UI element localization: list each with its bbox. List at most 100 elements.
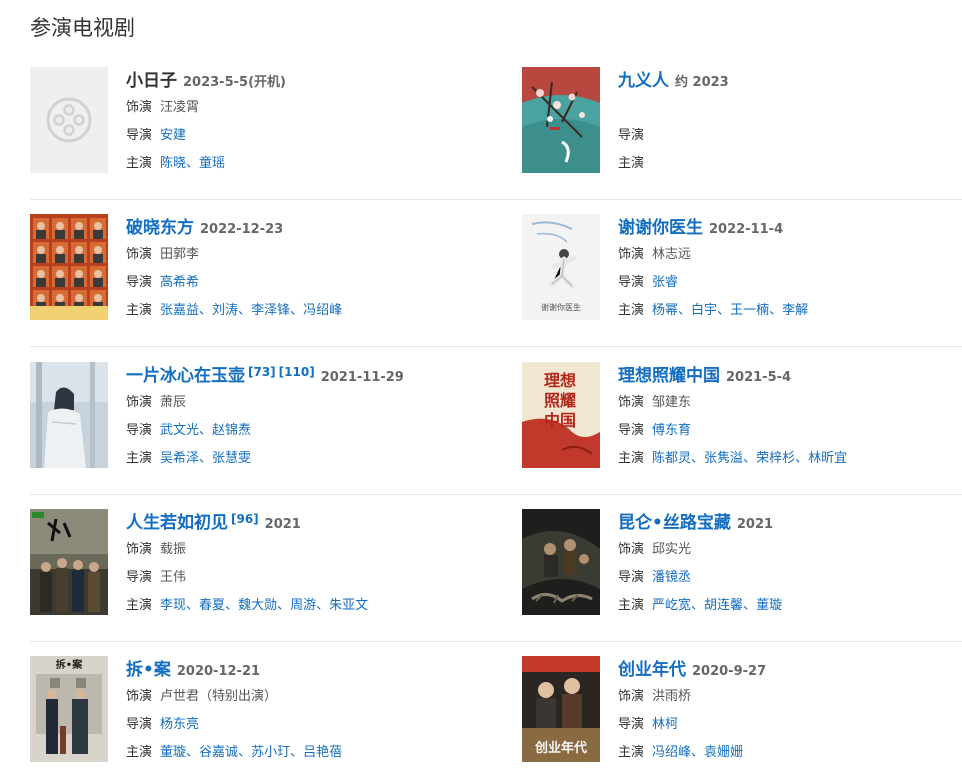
cast-row: 主演 董璇、谷嘉诚、苏小玎、吕艳蓓 <box>126 739 470 767</box>
drama-item: 谢谢你医生 谢谢你医生 2022-11-4 饰演 林志远 导演 张睿 主演 杨幂、白宇、… <box>522 214 962 334</box>
drama-title[interactable]: 九义人 <box>618 71 669 91</box>
person-link[interactable]: 朱亚文 <box>329 598 368 613</box>
title-row: 谢谢你医生 2022-11-4 <box>618 215 962 241</box>
drama-info: 九义人约 2023 导演 主演 <box>618 67 962 178</box>
separator: 、 <box>277 598 291 613</box>
drama-poster[interactable]: 理想 照耀 中国 <box>522 362 600 468</box>
separator: 、 <box>691 451 705 466</box>
person-link[interactable]: 荣梓杉 <box>756 451 795 466</box>
person-link[interactable]: 武文光 <box>160 423 199 438</box>
role-label: 饰演 <box>618 689 645 704</box>
drama-poster[interactable]: 拆•案 <box>30 656 108 762</box>
person-link[interactable]: 王一楠 <box>730 303 769 318</box>
person-link[interactable]: 苏小玎 <box>251 745 290 760</box>
cast-label: 主演 <box>618 745 645 760</box>
person-link[interactable]: 冯绍峰 <box>652 745 691 760</box>
director-row: 导演 高希希 <box>126 269 470 297</box>
role-label: 饰演 <box>126 247 153 262</box>
role-row: 饰演 载振 <box>126 536 470 564</box>
separator: 、 <box>290 745 304 760</box>
drama-title[interactable]: 破晓东方 <box>126 218 194 238</box>
person-link[interactable]: 傅东育 <box>652 423 691 438</box>
drama-poster[interactable]: 创业年代 <box>522 656 600 762</box>
role-row: 饰演 萧辰 <box>126 389 470 417</box>
person-link[interactable]: 谷嘉诚 <box>199 745 238 760</box>
person-link[interactable]: 林昕宜 <box>808 451 847 466</box>
person-link[interactable]: 胡连馨 <box>704 598 743 613</box>
drama-title[interactable]: 一片冰心在玉壶 <box>126 366 245 386</box>
row-divider <box>30 346 962 347</box>
role-label: 饰演 <box>126 542 153 557</box>
person-link[interactable]: 高希希 <box>160 275 199 290</box>
drama-title[interactable]: 创业年代 <box>618 660 686 680</box>
role-row: 饰演 田郭李 <box>126 241 470 269</box>
drama-poster[interactable] <box>30 362 108 468</box>
drama-poster[interactable] <box>30 67 108 173</box>
poster-image <box>30 509 108 615</box>
separator: 、 <box>199 423 213 438</box>
role-name: 邹建东 <box>652 395 692 410</box>
poster-image <box>522 509 600 615</box>
director-row: 导演 安建 <box>126 122 470 150</box>
citation-link[interactable]: [110] <box>279 365 315 379</box>
person-link[interactable]: 周游 <box>290 598 316 613</box>
person-link[interactable]: 张慧雯 <box>212 451 251 466</box>
person-link[interactable]: 袁姗姗 <box>704 745 743 760</box>
person-link[interactable]: 陈都灵 <box>652 451 691 466</box>
person-link[interactable]: 冯绍峰 <box>303 303 342 318</box>
separator: 、 <box>743 598 757 613</box>
person-link[interactable]: 吴希泽 <box>160 451 199 466</box>
person-link[interactable]: 安建 <box>160 128 186 143</box>
person-link[interactable]: 张嘉益 <box>160 303 199 318</box>
person-link[interactable]: 魏大勋 <box>238 598 277 613</box>
drama-title[interactable]: 谢谢你医生 <box>618 218 703 238</box>
drama-title[interactable]: 理想照耀中国 <box>618 366 720 386</box>
person-link[interactable]: 张睿 <box>652 275 678 290</box>
person-link[interactable]: 春夏 <box>199 598 225 613</box>
drama-poster[interactable]: 谢谢你医生 <box>522 214 600 320</box>
person-link[interactable]: 童瑶 <box>199 156 225 171</box>
drama-title[interactable]: 拆•案 <box>126 660 171 680</box>
role-name: 田郭李 <box>160 247 200 262</box>
separator: 、 <box>238 303 252 318</box>
person-link[interactable]: 杨幂 <box>652 303 678 318</box>
drama-poster[interactable] <box>30 509 108 615</box>
role-name: 邱实光 <box>652 542 692 557</box>
person-link[interactable]: 刘涛 <box>212 303 238 318</box>
separator: 、 <box>743 451 757 466</box>
person-link[interactable]: 陈晓 <box>160 156 186 171</box>
person-link[interactable]: 李泽锋 <box>251 303 290 318</box>
person-link[interactable]: 李现 <box>160 598 186 613</box>
release-date: 2021 <box>736 517 774 532</box>
title-row: 九义人约 2023 <box>618 68 962 94</box>
person-link[interactable]: 吕艳蓓 <box>303 745 342 760</box>
drama-poster[interactable] <box>522 67 600 173</box>
role-name: 洪雨桥 <box>652 689 692 704</box>
person-link[interactable]: 赵锦焘 <box>212 423 251 438</box>
person-link[interactable]: 董璇 <box>160 745 186 760</box>
director-row: 导演 张睿 <box>618 269 962 297</box>
citation-link[interactable]: [96] <box>231 512 259 526</box>
director-row: 导演 杨东亮 <box>126 711 470 739</box>
person-link[interactable]: 白宇 <box>691 303 717 318</box>
citation-link[interactable]: [73] <box>248 365 276 379</box>
cast-row: 主演 陈晓、童瑶 <box>126 150 470 178</box>
person-link[interactable]: 董璇 <box>756 598 782 613</box>
director-row: 导演 傅东育 <box>618 417 962 445</box>
title-row: 拆•案 2020-12-21 <box>126 657 470 683</box>
drama-poster[interactable] <box>30 214 108 320</box>
person-link[interactable]: 李解 <box>782 303 808 318</box>
person-link[interactable]: 张隽溢 <box>704 451 743 466</box>
person-link[interactable]: 潘镜丞 <box>652 570 691 585</box>
drama-title[interactable]: 昆仑•丝路宝藏 <box>618 513 731 533</box>
drama-poster[interactable] <box>522 509 600 615</box>
title-row: 昆仑•丝路宝藏 2021 <box>618 510 962 536</box>
person-link[interactable]: 严屹宽 <box>652 598 691 613</box>
person-link[interactable]: 林柯 <box>652 717 678 732</box>
release-date: 2021 <box>264 517 301 532</box>
director-label: 导演 <box>618 570 645 585</box>
person-link[interactable]: 杨东亮 <box>160 717 199 732</box>
role-row: 饰演 汪凌霄 <box>126 94 470 122</box>
separator: 、 <box>316 598 330 613</box>
drama-title[interactable]: 人生若如初见 <box>126 513 228 533</box>
